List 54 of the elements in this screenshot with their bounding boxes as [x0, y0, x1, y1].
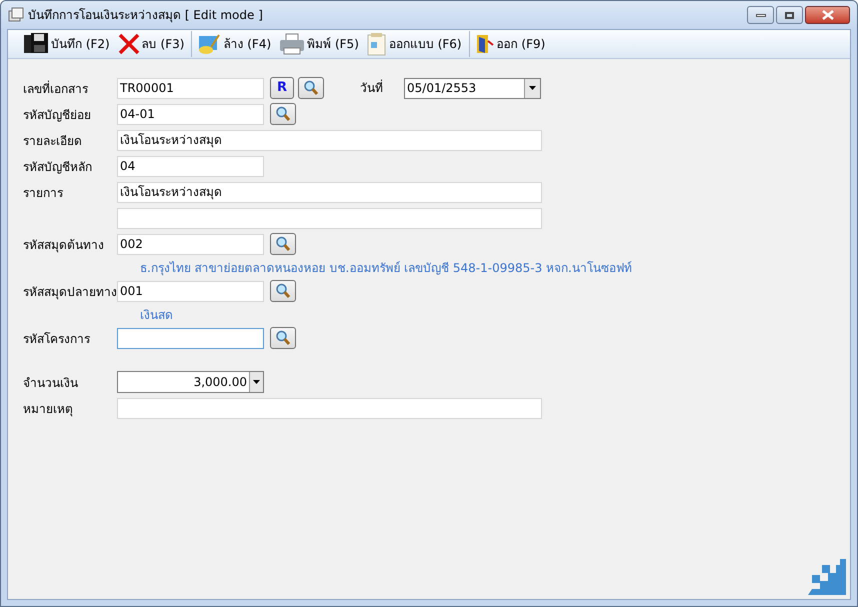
text-field[interactable]: TR00001	[117, 78, 264, 98]
search-button[interactable]	[298, 77, 324, 99]
maximize-icon	[785, 12, 794, 18]
text-field[interactable]: 002	[117, 234, 264, 254]
toolbar-button[interactable]: บันทึก (F2)	[21, 31, 112, 57]
close-button[interactable]	[805, 6, 850, 24]
door-icon	[474, 33, 495, 55]
magnifier-icon	[275, 330, 291, 346]
search-button[interactable]	[270, 233, 296, 255]
minimize-button[interactable]	[747, 6, 774, 24]
toolbar-button[interactable]: ล้าง (F4)	[195, 31, 274, 57]
window-app-icon	[8, 7, 24, 23]
minimize-icon	[756, 14, 766, 16]
field-label: รหัสบัญชีย่อย	[23, 108, 91, 122]
magnifier-icon	[275, 106, 291, 122]
cross-icon	[118, 33, 140, 55]
date-picker[interactable]: 05/01/2553	[404, 78, 541, 98]
toolbar-button[interactable]: ออก (F9)	[472, 31, 548, 57]
paint-palette-icon	[197, 33, 222, 55]
field-label: รายการ	[23, 186, 63, 200]
text-field[interactable]	[117, 328, 264, 348]
window-title: บันทึกการโอนเงินระหว่างสมุด [ Edit mode ]	[28, 7, 264, 24]
printer-icon	[279, 33, 306, 55]
field-label: รายละเอียด	[23, 134, 82, 148]
search-button[interactable]	[270, 103, 296, 125]
magnifier-icon	[303, 80, 319, 96]
text-field[interactable]: เงินโอนระหว่างสมุด	[117, 130, 542, 150]
refresh-button[interactable]: R	[270, 77, 294, 99]
field-label: วันที่	[360, 79, 384, 97]
field-label: รหัสบัญชีหลัก	[23, 160, 92, 174]
toolbar-button[interactable]: ออกแบบ (F6)	[364, 31, 464, 57]
maximize-button[interactable]	[776, 6, 803, 24]
field-label: จำนวนเงิน	[23, 376, 78, 390]
search-button[interactable]	[270, 327, 296, 349]
account-note: ธ.กรุงไทย สาขาย่อยตลาดหนองหอย บช.ออมทรัพย์ เลขบัญชี 548-1-09985-3 หจก.นาโนซอฟท์	[140, 260, 632, 276]
text-field[interactable]: 001	[117, 280, 264, 302]
account-note: เงินสด	[140, 306, 173, 324]
field-label: รหัสสมุดต้นทาง	[23, 238, 104, 252]
toolbar-button[interactable]: ลบ (F3)	[116, 31, 186, 57]
magnifier-icon	[275, 236, 291, 252]
text-field[interactable]: เงินโอนระหว่างสมุด	[117, 182, 542, 202]
field-label: รหัสโครงการ	[23, 332, 90, 346]
search-button[interactable]	[270, 280, 296, 302]
field-label: รหัสสมุดปลายทาง	[23, 285, 117, 299]
close-icon	[822, 10, 834, 20]
toolbar-button[interactable]: พิมพ์ (F5)	[277, 31, 361, 57]
field-label: เลขที่เอกสาร	[23, 82, 88, 96]
magnifier-icon	[275, 283, 291, 299]
amount-field[interactable]: 3,000.00	[117, 371, 264, 393]
field-label: หมายเหตุ	[23, 402, 73, 416]
text-field[interactable]: 04-01	[117, 104, 264, 124]
floppy-disk-icon	[23, 32, 49, 56]
text-field[interactable]: 04	[117, 156, 264, 176]
document-icon	[366, 32, 387, 56]
